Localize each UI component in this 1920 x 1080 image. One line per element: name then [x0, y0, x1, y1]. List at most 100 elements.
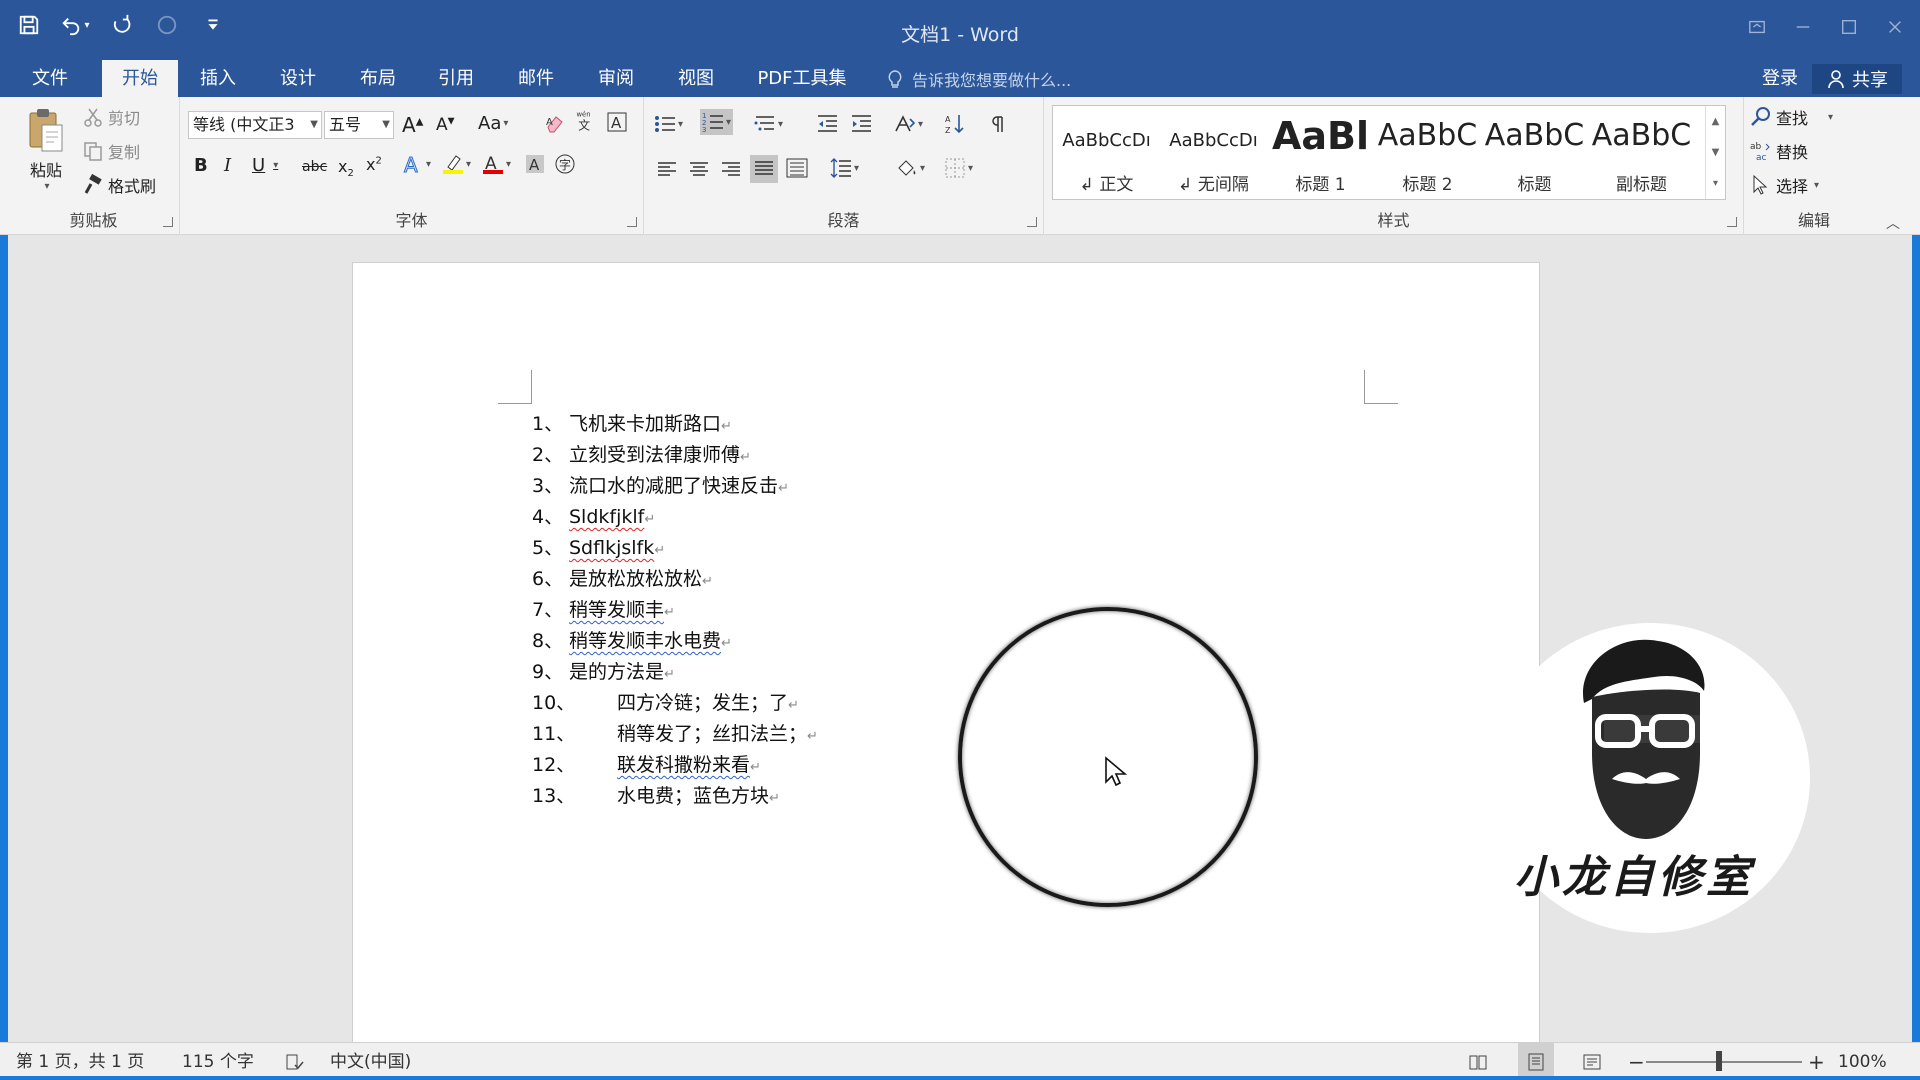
styles-dialog-launcher[interactable]: [1727, 217, 1737, 227]
subscript-button[interactable]: x2: [338, 157, 354, 179]
paragraph-mark: ↵: [750, 760, 761, 775]
list-item[interactable]: 5、 Sdflkjslfk↵: [532, 535, 665, 561]
font-name-dropdown[interactable]: 等线 (中文正3 ▼: [188, 111, 322, 139]
proofing-status-button[interactable]: [284, 1043, 304, 1080]
cut-button[interactable]: 剪切: [82, 105, 140, 129]
tab-insert[interactable]: 插入: [190, 60, 246, 97]
style-no-spacing[interactable]: AaBbCcDı ↲ 无间隔: [1160, 106, 1267, 199]
ribbon-display-options-button[interactable]: [1742, 12, 1772, 42]
bullets-button[interactable]: ▾: [654, 113, 683, 135]
paste-button[interactable]: 粘贴 ▾: [22, 107, 70, 192]
list-item[interactable]: 12、 联发科撒粉来看↵: [532, 752, 761, 778]
list-item[interactable]: 9、 是的方法是↵: [532, 659, 675, 685]
list-item[interactable]: 10、 四方冷链；发生；了↵: [532, 690, 799, 716]
zoom-in-button[interactable]: +: [1808, 1043, 1825, 1080]
style-title[interactable]: AaBbC 标题: [1481, 106, 1588, 199]
decrease-indent-button[interactable]: [816, 113, 838, 135]
borders-button[interactable]: ▾: [944, 157, 973, 179]
find-button[interactable]: 查找 ▾: [1750, 105, 1833, 129]
list-item[interactable]: 7、 稍等发顺丰↵: [532, 597, 675, 623]
gallery-up-icon[interactable]: ▲: [1706, 106, 1725, 137]
gallery-more-icon[interactable]: ▾: [1706, 168, 1725, 199]
underline-button[interactable]: U ▾: [252, 155, 278, 176]
tab-pdf-tools[interactable]: PDF工具集: [752, 60, 852, 97]
font-color-button[interactable]: A ▾: [482, 153, 511, 175]
read-mode-button[interactable]: [1468, 1043, 1488, 1080]
change-case-button[interactable]: Aa ▾: [478, 113, 508, 134]
clipboard-dialog-launcher[interactable]: [163, 217, 173, 227]
justify-button[interactable]: [750, 155, 778, 183]
collapse-ribbon-button[interactable]: ︿: [1886, 213, 1900, 233]
chinese-layout-button[interactable]: ▾: [894, 113, 923, 135]
align-center-button[interactable]: [688, 159, 710, 181]
paragraph-dialog-launcher[interactable]: [1027, 217, 1037, 227]
close-button[interactable]: [1880, 12, 1910, 42]
list-item[interactable]: 4、 Sldkfjklf↵: [532, 504, 655, 530]
paste-dropdown-icon[interactable]: ▾: [44, 181, 49, 192]
list-item[interactable]: 8、 稍等发顺丰水电费↵: [532, 628, 732, 654]
strikethrough-button[interactable]: abc: [302, 159, 327, 175]
zoom-slider-thumb[interactable]: [1716, 1051, 1722, 1071]
share-button[interactable]: 共享: [1812, 64, 1902, 94]
list-item[interactable]: 2、 立刻受到法律康师傅↵: [532, 442, 751, 468]
language-status[interactable]: 中文(中国): [330, 1043, 411, 1080]
style-subtitle[interactable]: AaBbC 副标题: [1588, 106, 1695, 199]
multilevel-list-button[interactable]: ▾: [754, 113, 783, 135]
tab-file[interactable]: 文件: [22, 60, 78, 97]
minimize-button[interactable]: [1788, 12, 1818, 42]
align-right-button[interactable]: [720, 159, 742, 181]
text-effects-button[interactable]: A ▾: [402, 153, 432, 175]
tab-review[interactable]: 审阅: [588, 60, 644, 97]
increase-indent-button[interactable]: [850, 113, 872, 135]
superscript-button[interactable]: x2: [366, 155, 382, 174]
page-count[interactable]: 第 1 页，共 1 页: [16, 1043, 144, 1080]
web-layout-button[interactable]: [1582, 1043, 1602, 1080]
replace-button[interactable]: ab ac 替换: [1750, 139, 1808, 163]
numbering-button[interactable]: 1 2 3 ▾: [700, 109, 734, 135]
tab-references[interactable]: 引用: [428, 60, 484, 97]
tab-design[interactable]: 设计: [270, 60, 326, 97]
enclose-characters-button[interactable]: 字: [554, 153, 576, 175]
zoom-slider-track[interactable]: [1646, 1061, 1802, 1063]
tab-layout[interactable]: 布局: [350, 60, 406, 97]
copy-button[interactable]: 复制: [82, 139, 140, 163]
list-item[interactable]: 1、 飞机来卡加斯路口↵: [532, 411, 732, 437]
login-link[interactable]: 登录: [1762, 60, 1798, 97]
list-item[interactable]: 11、 稍等发了；丝扣法兰；↵: [532, 721, 818, 747]
list-item[interactable]: 3、 流口水的减肥了快速反击↵: [532, 473, 789, 499]
word-count[interactable]: 115 个字: [182, 1043, 254, 1080]
clear-formatting-button[interactable]: A: [544, 113, 566, 135]
line-spacing-button[interactable]: ▾: [830, 157, 859, 179]
style-normal[interactable]: AaBbCcDı ↲ 正文: [1053, 106, 1160, 199]
style-heading-1[interactable]: AaBl 标题 1: [1267, 106, 1374, 199]
align-left-button[interactable]: [656, 159, 678, 181]
italic-button[interactable]: I: [224, 155, 231, 176]
character-shading-button[interactable]: A: [524, 153, 546, 175]
gallery-down-icon[interactable]: ▼: [1706, 137, 1725, 168]
character-border-button[interactable]: A: [606, 111, 628, 133]
shading-button[interactable]: ▾: [896, 157, 925, 179]
grow-font-button[interactable]: A▲: [402, 113, 423, 137]
shrink-font-button[interactable]: A▼: [436, 115, 455, 135]
zoom-out-button[interactable]: −: [1628, 1043, 1645, 1080]
tell-me-box[interactable]: 告诉我您想要做什么...: [886, 60, 1071, 97]
maximize-button[interactable]: [1834, 12, 1864, 42]
show-formatting-marks-button[interactable]: [988, 113, 1010, 135]
list-item[interactable]: 6、 是放松放松放松↵: [532, 566, 713, 592]
list-item[interactable]: 13、 水电费；蓝色方块↵: [532, 783, 780, 809]
font-dialog-launcher[interactable]: [627, 217, 637, 227]
highlight-button[interactable]: ▾: [442, 153, 471, 175]
format-painter-button[interactable]: 格式刷: [82, 173, 156, 197]
tab-view[interactable]: 视图: [668, 60, 724, 97]
sort-button[interactable]: AZ: [944, 113, 966, 135]
style-heading-2[interactable]: AaBbC 标题 2: [1374, 106, 1481, 199]
bold-button[interactable]: B: [194, 155, 208, 176]
tab-mailings[interactable]: 邮件: [508, 60, 564, 97]
zoom-level[interactable]: 100%: [1838, 1043, 1887, 1080]
tab-home[interactable]: 开始: [102, 60, 178, 97]
phonetic-guide-button[interactable]: wén 文: [574, 109, 596, 131]
select-button[interactable]: 选择 ▾: [1750, 173, 1819, 197]
font-size-dropdown[interactable]: 五号 ▼: [324, 111, 394, 139]
print-layout-button[interactable]: [1518, 1043, 1554, 1080]
distributed-button[interactable]: [786, 157, 808, 179]
